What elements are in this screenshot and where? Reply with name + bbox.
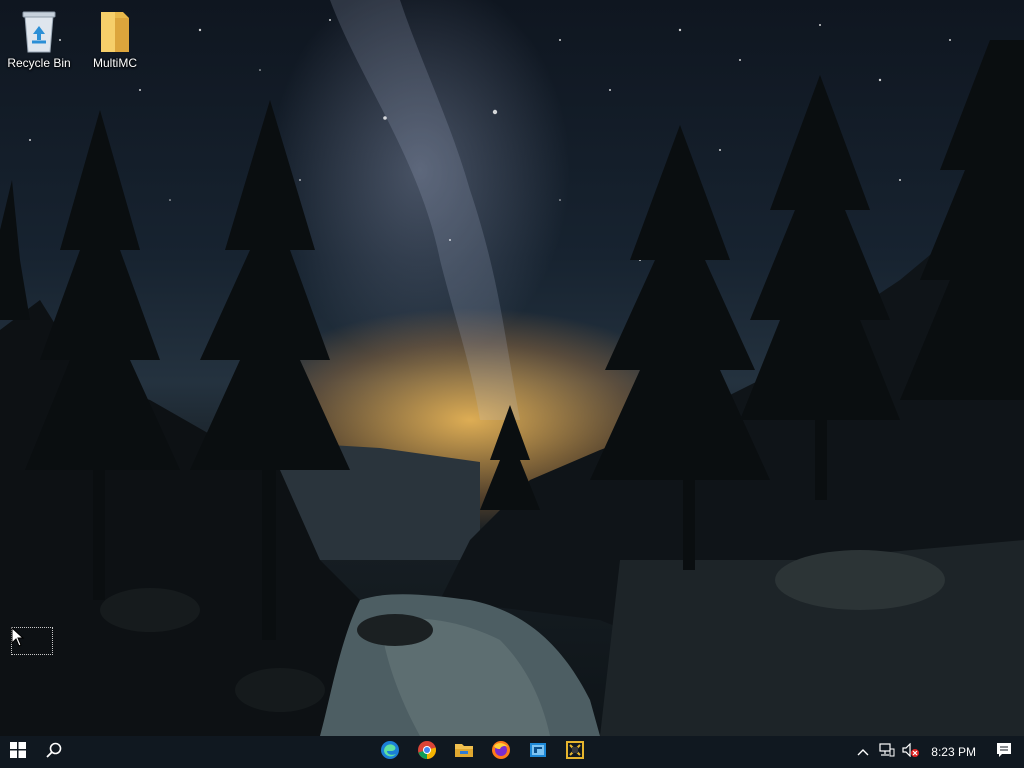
desktop-icon-label: Recycle Bin xyxy=(7,56,71,70)
windows-logo-icon xyxy=(10,741,26,763)
app-blue-icon xyxy=(528,740,548,765)
wallpaper xyxy=(0,0,1024,736)
folder-icon xyxy=(91,8,139,54)
recycle-bin-icon xyxy=(15,8,63,54)
start-button[interactable] xyxy=(0,736,36,768)
taskbar-app-yellow[interactable] xyxy=(559,736,591,768)
clock-time: 8:23 PM xyxy=(931,745,976,759)
system-tray: 8:23 PM xyxy=(851,736,1024,768)
taskbar-app-blue[interactable] xyxy=(522,736,554,768)
app-yellow-icon xyxy=(565,740,585,765)
file-explorer-icon xyxy=(454,741,474,764)
volume-button[interactable] xyxy=(899,736,923,768)
chevron-up-icon xyxy=(857,743,869,761)
clock-button[interactable]: 8:23 PM xyxy=(923,736,984,768)
network-icon xyxy=(879,742,895,762)
desktop-icon-label: MultiMC xyxy=(93,56,137,70)
volume-muted-icon xyxy=(902,742,920,762)
search-button[interactable] xyxy=(36,736,72,768)
desktop[interactable]: Recycle Bin MultiMC xyxy=(0,0,1024,736)
chrome-icon xyxy=(417,740,437,765)
desktop-icon-recycle-bin[interactable]: Recycle Bin xyxy=(1,8,77,70)
notification-icon xyxy=(996,742,1012,763)
show-hidden-icons-button[interactable] xyxy=(851,736,875,768)
desktop-icon-multimc[interactable]: MultiMC xyxy=(77,8,153,70)
taskbar-app-chrome[interactable] xyxy=(411,736,443,768)
taskbar: 8:23 PM xyxy=(0,736,1024,768)
taskbar-app-file-explorer[interactable] xyxy=(448,736,480,768)
search-icon xyxy=(46,742,62,763)
firefox-icon xyxy=(491,740,511,765)
edge-icon xyxy=(380,740,400,765)
network-button[interactable] xyxy=(875,736,899,768)
action-center-button[interactable] xyxy=(984,736,1024,768)
taskbar-app-edge[interactable] xyxy=(374,736,406,768)
taskbar-app-firefox[interactable] xyxy=(485,736,517,768)
